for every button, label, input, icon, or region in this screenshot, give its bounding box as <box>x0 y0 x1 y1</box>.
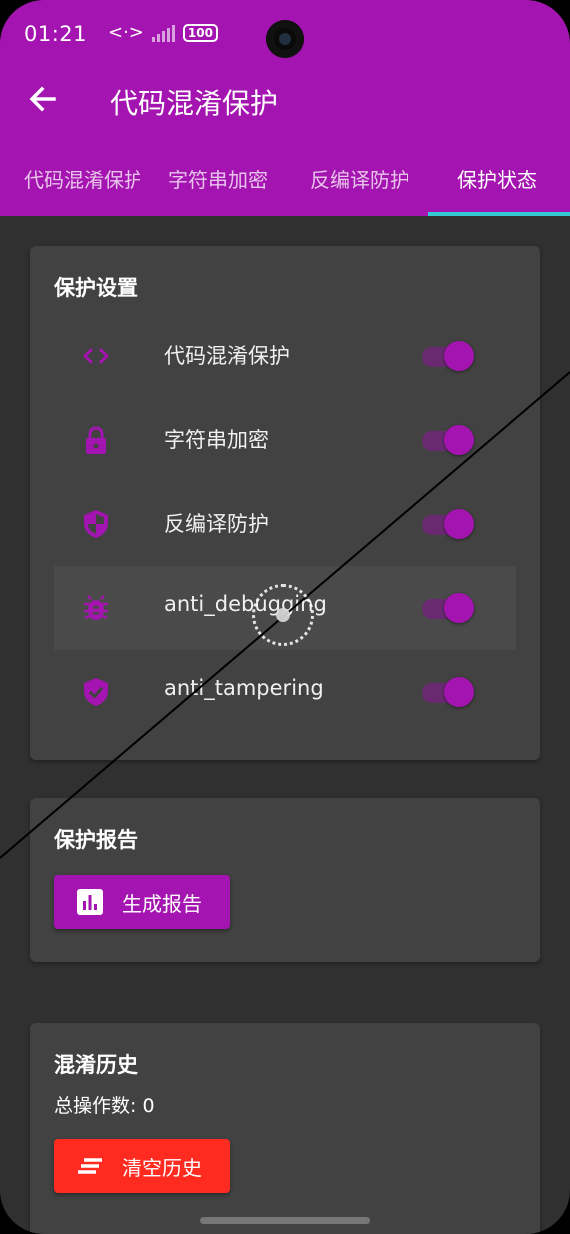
setting-row-anti-tampering[interactable]: anti_tampering <box>54 650 516 734</box>
clear-all-icon <box>78 1158 102 1174</box>
tab-code-obfuscation[interactable]: 代码混淆保护 <box>24 164 140 193</box>
history-count: 总操作数: 0 <box>54 1095 155 1117</box>
protection-settings-card: 保护设置 代码混淆保护 字符串加密 反编译防护 anti_debugging a… <box>30 246 540 760</box>
setting-row-string-encryption[interactable]: 字符串加密 <box>54 398 516 482</box>
generate-report-button[interactable]: 生成报告 <box>54 875 230 929</box>
history-card: 混淆历史 总操作数: 0 清空历史 <box>30 1023 540 1234</box>
app-bar: 01:21 <·> 100 代码混淆保护 代码混淆保护 字符串加密 反编译防护 … <box>0 0 570 216</box>
code-obfuscation-toggle[interactable] <box>422 341 476 371</box>
protection-report-card: 保护报告 生成报告 <box>30 798 540 962</box>
code-icon <box>82 347 110 365</box>
battery-icon: 100 <box>182 23 218 42</box>
string-encryption-toggle[interactable] <box>422 425 476 455</box>
protection-settings-title: 保护设置 <box>54 276 138 300</box>
device-screen: 01:21 <·> 100 代码混淆保护 代码混淆保护 字符串加密 反编译防护 … <box>0 0 570 1234</box>
camera-cutout <box>266 20 304 58</box>
status-icons: <·> 100 <box>108 22 218 43</box>
touch-indicator <box>252 584 314 646</box>
tab-bar: 代码混淆保护 字符串加密 反编译防护 保护状态 <box>0 156 570 216</box>
setting-label: 反编译防护 <box>164 512 269 536</box>
setting-row-code-obfuscation[interactable]: 代码混淆保护 <box>54 314 516 398</box>
history-title: 混淆历史 <box>54 1053 138 1077</box>
data-transfer-icon: <·> <box>108 22 144 43</box>
setting-label: 代码混淆保护 <box>164 344 290 368</box>
anti-tampering-toggle[interactable] <box>422 677 476 707</box>
setting-label: anti_tampering <box>164 676 324 700</box>
protection-report-title: 保护报告 <box>54 828 138 852</box>
tab-protection-status[interactable]: 保护状态 <box>457 164 537 193</box>
shield-icon <box>84 510 108 538</box>
home-indicator[interactable] <box>200 1217 370 1224</box>
generate-report-label: 生成报告 <box>122 891 202 916</box>
bug-icon <box>84 595 108 620</box>
anti-debugging-toggle[interactable] <box>422 593 476 623</box>
verified-shield-icon <box>84 678 108 706</box>
lock-icon <box>86 426 106 454</box>
setting-row-decompile-protection[interactable]: 反编译防护 <box>54 482 516 566</box>
status-time: 01:21 <box>24 22 88 46</box>
arrow-left-icon <box>29 86 56 112</box>
bar-chart-icon <box>77 889 103 915</box>
clear-history-label: 清空历史 <box>122 1155 202 1180</box>
tab-indicator <box>428 212 570 216</box>
page-title: 代码混淆保护 <box>110 87 279 120</box>
tab-string-encryption[interactable]: 字符串加密 <box>168 164 270 193</box>
tab-decompile-protection[interactable]: 反编译防护 <box>310 164 408 193</box>
signal-icon <box>151 24 175 42</box>
decompile-protection-toggle[interactable] <box>422 509 476 539</box>
setting-label: 字符串加密 <box>164 428 269 452</box>
back-button[interactable] <box>26 82 60 116</box>
clear-history-button[interactable]: 清空历史 <box>54 1139 230 1193</box>
